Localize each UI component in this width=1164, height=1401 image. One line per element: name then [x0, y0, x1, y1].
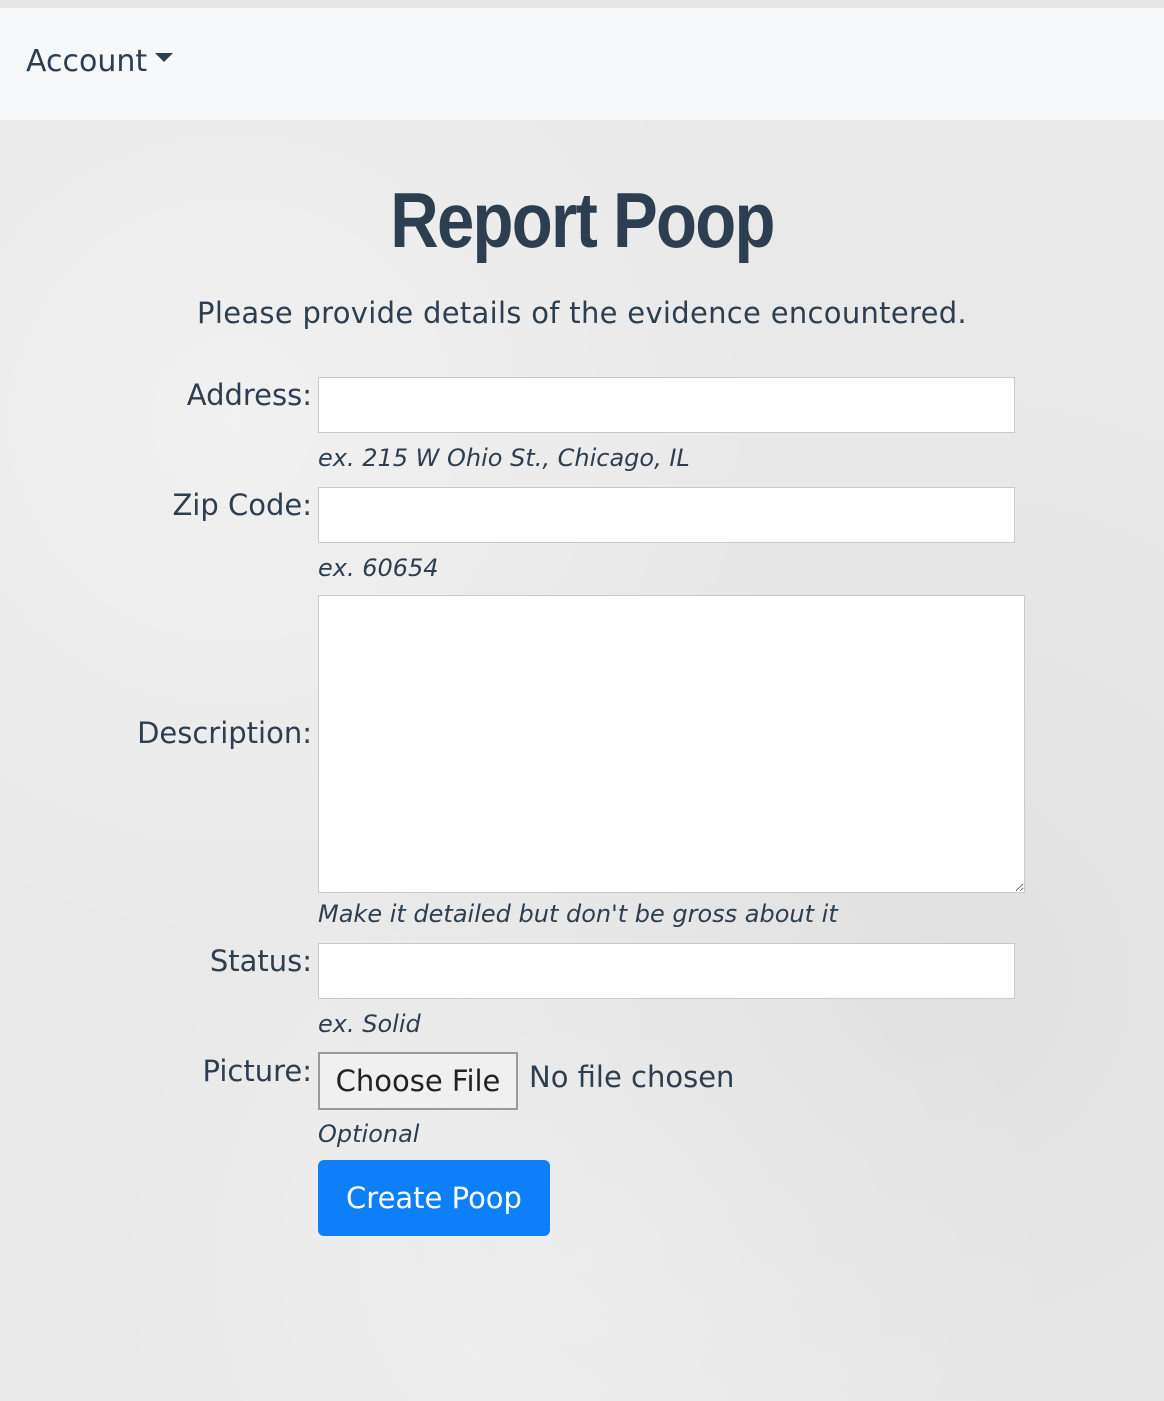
page-title: Report Poop [390, 176, 775, 264]
picture-label: Picture: [202, 1054, 312, 1088]
zip-code-hint: ex. 60654 [318, 554, 439, 582]
create-poop-button[interactable]: Create Poop [318, 1160, 550, 1236]
account-dropdown[interactable]: Account [26, 44, 174, 79]
picture-hint: Optional [318, 1120, 420, 1148]
status-label: Status: [209, 944, 312, 978]
file-status-text: No file chosen [529, 1060, 735, 1094]
top-strip [0, 0, 1164, 8]
address-input[interactable] [318, 377, 1015, 433]
account-label: Account [26, 44, 148, 79]
description-label: Description: [137, 716, 312, 750]
status-input[interactable] [318, 943, 1015, 999]
page-subtitle: Please provide details of the evidence e… [197, 296, 967, 330]
address-hint: ex. 215 W Ohio St., Chicago, IL [318, 444, 690, 472]
description-textarea[interactable] [318, 595, 1025, 893]
choose-file-button[interactable]: Choose File [318, 1052, 518, 1110]
description-hint: Make it detailed but don't be gross abou… [318, 900, 838, 928]
caret-down-icon [155, 53, 174, 62]
navbar: Account [0, 8, 1164, 120]
zip-code-input[interactable] [318, 487, 1015, 543]
address-label: Address: [186, 378, 312, 412]
zip-code-label: Zip Code: [172, 488, 312, 522]
status-hint: ex. Solid [318, 1010, 421, 1038]
